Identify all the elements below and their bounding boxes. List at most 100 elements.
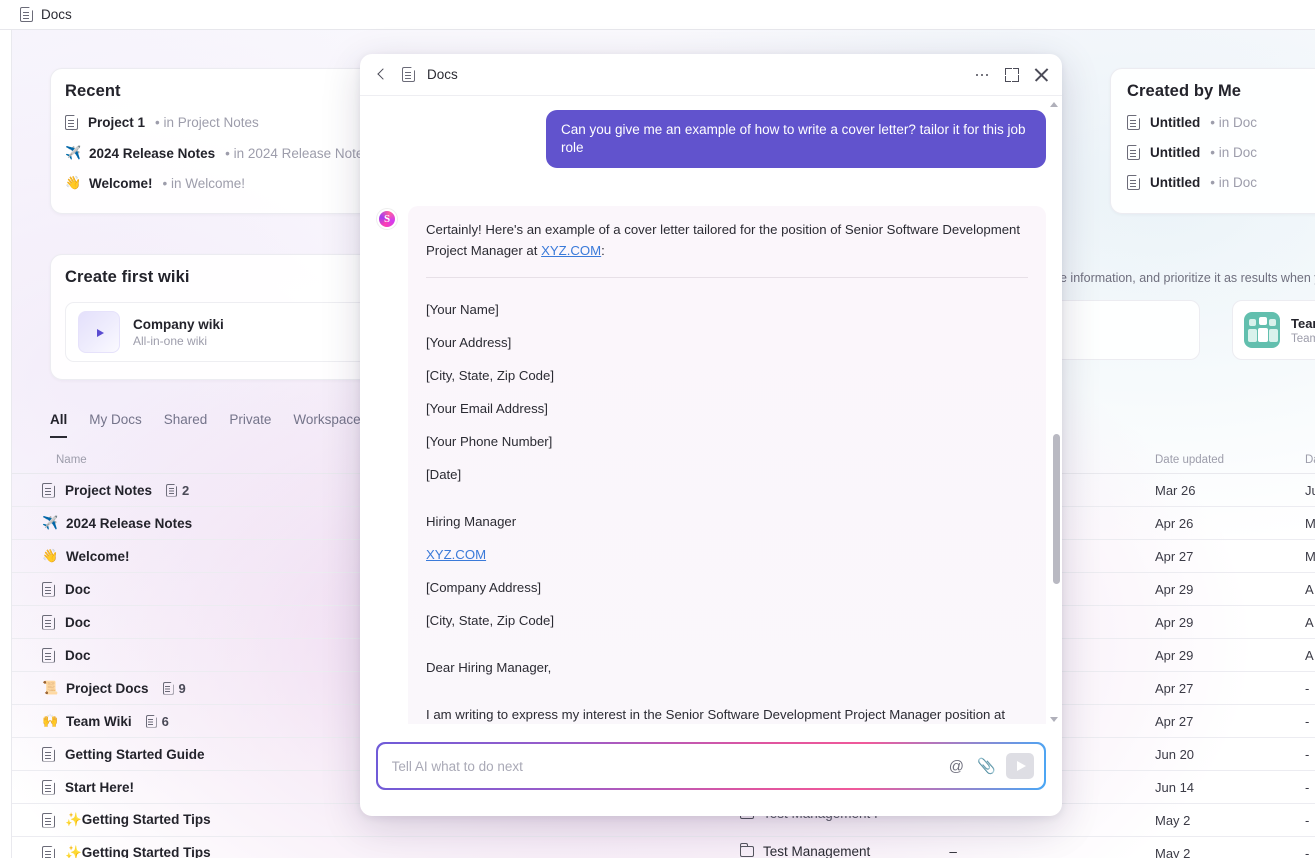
row-name-cell: Project Notes 2 — [42, 483, 189, 498]
tab-private[interactable]: Private — [229, 412, 271, 438]
team-template-tile[interactable]: Tean Team — [1232, 300, 1315, 360]
raised-hands-icon: 🙌 — [42, 713, 59, 728]
ai-intro-after: : — [601, 242, 605, 258]
tab-my-docs[interactable]: My Docs — [89, 412, 142, 438]
salutation: Dear Hiring Manager, — [426, 660, 552, 676]
row-date-created: A — [1305, 647, 1314, 663]
row-name-cell: 🙌 Team Wiki 6 — [42, 713, 169, 729]
row-date-updated: Apr 27 — [1155, 548, 1194, 564]
doc-icon — [20, 7, 33, 22]
left-edge-rail — [0, 30, 12, 858]
doc-icon — [42, 813, 55, 828]
doc-icon — [166, 484, 177, 497]
row-title: Welcome! — [66, 548, 130, 564]
created-item-name: Untitled — [1150, 145, 1201, 160]
column-header-name: Name — [56, 454, 87, 466]
ai-intro-before: Certainly! Here's an example of a cover … — [426, 222, 1021, 258]
row-date-updated: Apr 27 — [1155, 680, 1194, 696]
recent-item-name: 2024 Release Notes — [89, 145, 216, 161]
row-title: ✨Getting Started Tips — [65, 812, 211, 827]
back-arrow-icon[interactable] — [374, 67, 390, 83]
column-header-date-updated: Date updated — [1155, 454, 1225, 466]
table-row-test-management[interactable]: Test Management – — [740, 843, 957, 858]
recent-item-project-1[interactable]: Project 1 • in Project Notes — [65, 115, 259, 130]
close-icon[interactable] — [1034, 67, 1050, 83]
letter-line: [City, State, Zip Code] — [426, 367, 555, 383]
divider — [426, 276, 1028, 278]
ai-chat-modal: Docs Can you give me an example of how t… — [360, 54, 1062, 816]
row-date-updated: Jun 20 — [1155, 746, 1195, 762]
created-item[interactable]: Untitled • in Doc — [1127, 145, 1257, 160]
row-subdoc-count: 6 — [146, 714, 169, 729]
row-title: Start Here! — [65, 779, 135, 795]
airplane-icon: ✈️ — [42, 515, 59, 530]
tab-all[interactable]: All — [50, 412, 68, 438]
row-date-updated: May 2 — [1155, 845, 1191, 858]
send-button[interactable] — [1006, 753, 1035, 779]
row-name-cell: Doc — [42, 582, 91, 597]
row-name-cell: Doc — [42, 648, 91, 663]
row-name-cell: 📜 Project Docs 9 — [42, 680, 186, 696]
doc-filter-tabs: All My Docs Shared Private Workspace — [50, 412, 361, 438]
modal-header: Docs — [360, 54, 1062, 96]
recent-item-2024-release-notes[interactable]: ✈️ 2024 Release Notes • in 2024 Release … — [65, 145, 370, 161]
row-title: ✨Getting Started Tips — [65, 845, 211, 858]
recent-item-name: Welcome! — [89, 175, 153, 191]
letter-line: [Date] — [426, 466, 462, 482]
scroll-down-arrow-icon[interactable] — [1050, 717, 1058, 722]
doc-icon — [42, 747, 55, 762]
expand-icon[interactable] — [1004, 67, 1020, 83]
row-date-created: - — [1305, 713, 1310, 729]
more-options-icon[interactable] — [974, 67, 990, 83]
row-date-updated: Apr 29 — [1155, 647, 1194, 663]
recent-item-welcome[interactable]: 👋 Welcome! • in Welcome! — [65, 175, 245, 191]
xyz-link[interactable]: XYZ.COM — [541, 243, 601, 258]
row-subdoc-count: 2 — [166, 483, 189, 498]
ai-message-row: Certainly! Here's an example of a cover … — [376, 206, 1046, 724]
chat-message-list[interactable]: Can you give me an example of how to wri… — [360, 96, 1062, 724]
row-date-updated: – — [949, 844, 957, 858]
row-name-cell: ✨Getting Started Tips — [42, 812, 211, 828]
tile-placeholder[interactable] — [1040, 300, 1200, 360]
body-p1-before: I am writing to express my interest in t… — [426, 707, 1006, 723]
created-item[interactable]: Untitled • in Doc — [1127, 115, 1257, 130]
row-name-cell: Doc — [42, 615, 91, 630]
row-title: Doc — [65, 581, 91, 597]
created-item-name: Untitled — [1150, 175, 1201, 190]
scroll-up-arrow-icon[interactable] — [1050, 102, 1058, 107]
ai-message-bubble: Certainly! Here's an example of a cover … — [408, 206, 1046, 724]
created-item-name: Untitled — [1150, 115, 1201, 130]
doc-icon — [42, 582, 55, 597]
created-item[interactable]: Untitled • in Doc — [1127, 175, 1257, 190]
row-date-created: - — [1305, 746, 1310, 762]
body-paragraph-1: I am writing to express my interest in t… — [426, 705, 1028, 724]
doc-icon — [163, 682, 174, 695]
doc-icon — [42, 780, 55, 795]
xyz-link[interactable]: XYZ.COM — [426, 547, 486, 562]
doc-icon — [42, 846, 55, 858]
mention-icon[interactable]: @ — [946, 756, 966, 776]
row-date-updated: Jun 14 — [1155, 779, 1195, 795]
row-date-created: A — [1305, 614, 1314, 630]
ai-composer: @ 📎 — [376, 742, 1046, 790]
ai-intro-paragraph: Certainly! Here's an example of a cover … — [426, 220, 1028, 260]
row-name-cell: Start Here! — [42, 780, 134, 795]
row-date-created: A — [1305, 581, 1314, 597]
row-date-created: M — [1305, 515, 1315, 531]
wave-hand-icon: 👋 — [42, 548, 59, 563]
ai-assistant-avatar-icon — [376, 208, 398, 231]
recipient-link-line: XYZ.COM — [426, 545, 1028, 565]
modal-header-actions — [974, 54, 1050, 96]
attachment-icon[interactable]: 📎 — [976, 756, 996, 776]
team-tile-sub: Team — [1291, 332, 1315, 345]
row-name-cell: 👋 Welcome! — [42, 548, 130, 564]
table-row[interactable]: ✨Getting Started Tips May 2 - — [12, 837, 1315, 858]
row-date-updated: May 2 — [1155, 812, 1191, 828]
tab-shared[interactable]: Shared — [164, 412, 208, 438]
created-item-sub: • in Doc — [1210, 115, 1257, 130]
tab-workspace[interactable]: Workspace — [293, 412, 360, 438]
chat-scrollbar-thumb[interactable] — [1053, 434, 1060, 584]
ai-prompt-input[interactable] — [391, 758, 937, 774]
doc-icon — [1127, 175, 1140, 190]
chat-scrollbar-track[interactable] — [1052, 102, 1059, 720]
